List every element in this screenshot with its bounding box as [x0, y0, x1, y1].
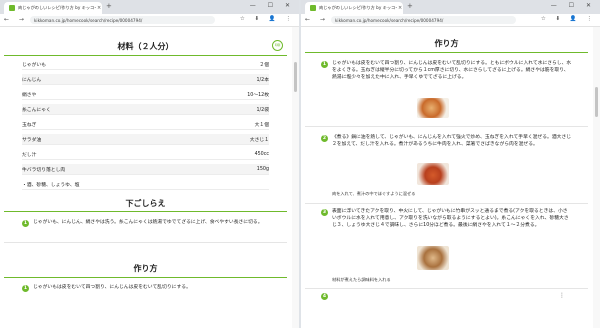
scrollbar-thumb[interactable] [595, 87, 598, 117]
prep-title: 下ごしらえ [125, 199, 166, 208]
tab-title: 肉じゃがのしいレシピ/作り方 by キッコーマン [319, 5, 397, 10]
divider [305, 52, 588, 53]
method-title: 作り方 [133, 264, 158, 273]
ingredient-name: ・酒、砂糖、しょうゆ、塩 [22, 182, 80, 188]
ingredient-row: 玉ねぎ 大１個 [22, 119, 269, 130]
page-content: 作り方 1 じゃがいもは皮をむいて四つ割り、にんじんは皮をむいて乱切りにする。と… [301, 27, 592, 328]
more-options-icon[interactable]: ⋮ [559, 292, 565, 299]
window-controls[interactable]: — ☐ ✕ [250, 2, 295, 9]
ingredients-title: 材料（２人分） [117, 42, 174, 51]
toolbar-icons[interactable]: ☆ ⬇ 👤 ⋮ [541, 16, 596, 22]
toolbar-icons[interactable]: ☆ ⬇ 👤 ⋮ [240, 16, 295, 22]
new-tab-button[interactable]: + [106, 2, 112, 10]
ingredient-row: 牛バラ切り落とし肉 150g [22, 164, 269, 175]
step-text: じゃがいもは皮をむいて四つ割り、にんじんは皮をむいて乱切りにする。ともにボウルに… [332, 61, 572, 80]
step-number: 2 [321, 135, 328, 142]
url-field[interactable]: kikkoman.co.jp/homecook/search/recipe/00… [331, 16, 516, 24]
ingredient-name: 糸こんにゃく [22, 107, 51, 113]
step-number: 4 [321, 293, 328, 300]
url-text: kikkoman.co.jp/homecook/search/recipe/00… [335, 17, 444, 23]
scrollbar-thumb[interactable] [294, 62, 297, 92]
method-peek-text: じゃがいもは皮をむいて四つ割り、にんじんは皮をむいて乱切りにする。 [33, 285, 191, 290]
step-caption: 材料が煮えたら調味料を入れる [332, 277, 391, 282]
ingredient-row: 糸こんにゃく 1/2袋 [22, 104, 269, 115]
divider [4, 55, 287, 56]
print-badge[interactable]: 印刷 [272, 40, 283, 51]
step-photo [417, 98, 449, 118]
tab-title: 肉じゃがのしいレシピ/作り方 by キッコーマン [18, 5, 96, 10]
ingredient-name: 玉ねぎ [22, 122, 37, 128]
favicon-icon [9, 5, 15, 11]
step-caption: 肉を入れて、煮汁の中でほぐすように混ぜる [332, 191, 416, 196]
tab-strip: 肉じゃがのしいレシピ/作り方 by キッコーマン × + — ☐ ✕ [301, 0, 600, 14]
ingredient-amount: 1/2本 [256, 77, 269, 83]
ingredient-name: サラダ油 [22, 137, 42, 143]
favicon-icon [310, 5, 316, 11]
tab-close-icon[interactable]: × [398, 5, 402, 11]
ingredient-row: ・酒、砂糖、しょうゆ、塩 [22, 179, 269, 190]
url-text: kikkoman.co.jp/homecook/search/recipe/00… [34, 17, 143, 23]
ingredient-amount: ２個 [259, 62, 269, 68]
ingredient-amount: 大さじ１ [249, 137, 269, 143]
tab-strip: 肉じゃがのしいレシピ/作り方 by キッコーマン × + — ☐ ✕ [0, 0, 299, 14]
ingredient-row: にんじん 1/2本 [22, 74, 269, 85]
address-bar: ← → ↻ kikkoman.co.jp/homecook/search/rec… [301, 14, 600, 27]
step-number: 1 [22, 285, 29, 292]
address-bar: ← → ↻ kikkoman.co.jp/homecook/search/rec… [0, 14, 299, 27]
ingredient-row: 絹さや 10～12枚 [22, 89, 269, 100]
new-tab-button[interactable]: + [407, 2, 413, 10]
url-field[interactable]: kikkoman.co.jp/homecook/search/recipe/00… [30, 16, 215, 24]
browser-tab[interactable]: 肉じゃがのしいレシピ/作り方 by キッコーマン × [4, 2, 102, 14]
ingredient-amount: 大１個 [254, 122, 269, 128]
divider [4, 211, 287, 212]
ingredient-row: サラダ油 大さじ１ [22, 134, 269, 145]
window-controls[interactable]: — ☐ ✕ [551, 2, 596, 9]
ingredient-name: じゃがいも [22, 62, 46, 68]
step-text: 《煮る》鍋に油を熱して、じゃがいも、にんじんを入れて強火で炒め、玉ねぎを入れて手… [332, 135, 572, 147]
prep-step-text: じゃがいも、にんじん、絹さやは洗う。糸こんにゃくは熱湯でゆでてざるに上げ、食べや… [33, 220, 263, 225]
ingredient-name: にんじん [22, 77, 42, 83]
prep-step-number: 1 [22, 220, 29, 227]
ingredient-name: だし汁 [22, 152, 37, 158]
browser-tab[interactable]: 肉じゃがのしいレシピ/作り方 by キッコーマン × [305, 2, 403, 14]
browser-window-left: 肉じゃがのしいレシピ/作り方 by キッコーマン × + — ☐ ✕ ← → ↻… [0, 0, 299, 328]
divider [305, 203, 588, 204]
tab-close-icon[interactable]: × [97, 5, 101, 11]
ingredient-row: だし汁 450cc [22, 149, 269, 160]
step-text: 表面に浮いてきたアクを取り、中火にして、じゃがいもに竹串がスッと通るまで煮る(ア… [332, 209, 569, 228]
ingredient-name: 絹さや [22, 92, 37, 98]
scrollbar[interactable] [593, 27, 600, 328]
step-number: 3 [321, 209, 328, 216]
divider [305, 288, 588, 289]
method-title: 作り方 [434, 39, 459, 48]
step-photo [417, 163, 449, 185]
step-photo [417, 246, 449, 270]
scrollbar[interactable] [292, 27, 299, 328]
browser-window-right: 肉じゃがのしいレシピ/作り方 by キッコーマン × + — ☐ ✕ ← → ↻… [301, 0, 600, 328]
ingredient-amount: 150g [256, 166, 269, 172]
page-content: 材料（２人分） 印刷 じゃがいも ２個にんじん 1/2本絹さや 10～12枚糸こんにゃ… [0, 27, 291, 328]
ingredient-row: じゃがいも ２個 [22, 59, 269, 70]
divider [4, 277, 287, 278]
ingredient-amount: 10～12枚 [247, 92, 269, 98]
divider [305, 126, 588, 127]
ingredient-amount: 450cc [254, 151, 269, 157]
ingredient-amount: 1/2袋 [256, 107, 269, 113]
step-number: 1 [321, 61, 328, 68]
divider [4, 242, 287, 243]
ingredient-name: 牛バラ切り落とし肉 [22, 167, 66, 173]
